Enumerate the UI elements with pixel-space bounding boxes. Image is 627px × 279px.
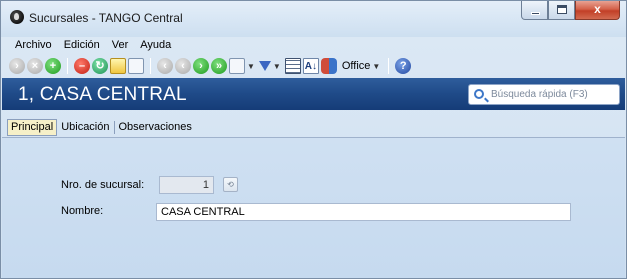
tab-principal[interactable]: Principal (7, 119, 58, 136)
menu-archivo[interactable]: Archivo (15, 37, 52, 54)
first-record-icon[interactable]: › (9, 58, 25, 74)
minimize-button[interactable] (521, 1, 548, 20)
chevron-down-icon[interactable]: ▼ (247, 62, 255, 71)
toolbar-separator (67, 58, 68, 74)
grid-icon[interactable] (284, 58, 301, 74)
menu-ver[interactable]: Ver (112, 37, 129, 54)
nav-prev-icon[interactable]: ‹ (175, 58, 191, 74)
nav-last-icon[interactable]: » (211, 58, 227, 74)
help-icon[interactable]: ? (395, 58, 412, 74)
menu-bar: Archivo Edición Ver Ayuda (1, 37, 626, 54)
maximize-icon (557, 5, 567, 14)
title-bar[interactable]: Sucursales - TANGO Central x (1, 1, 626, 37)
toolbar: › × + – ↻ ‹ ‹ › » ▼ ▼ A↓ Office ▼ ? (1, 55, 626, 77)
cancel-icon[interactable]: × (27, 58, 43, 74)
edit-note-icon[interactable] (110, 58, 126, 74)
record-title: 1, CASA CENTRAL (18, 84, 187, 105)
chevron-down-icon[interactable]: ▼ (273, 62, 281, 71)
filter-icon[interactable] (258, 61, 271, 71)
form-panel: Nro. de sucursal: 1 ⟲ Nombre: CASA CENTR… (2, 138, 625, 278)
toolbar-separator (388, 58, 390, 74)
tab-observaciones[interactable]: Observaciones (115, 119, 196, 136)
menu-edicion[interactable]: Edición (64, 37, 100, 54)
maximize-button[interactable] (548, 1, 575, 20)
document-icon[interactable] (128, 58, 144, 74)
nombre-field[interactable]: CASA CENTRAL (156, 203, 571, 221)
application-window: Sucursales - TANGO Central x Archivo Edi… (0, 0, 627, 279)
sucursal-lookup-button[interactable]: ⟲ (223, 177, 238, 192)
refresh-icon[interactable]: ↻ (92, 58, 108, 74)
delete-icon[interactable]: – (74, 58, 90, 74)
window-controls: x (521, 1, 620, 21)
sucursal-number-field[interactable]: 1 (159, 176, 214, 194)
search-icon (474, 89, 484, 99)
nombre-label: Nombre: (61, 205, 104, 217)
add-icon[interactable]: + (45, 58, 61, 74)
search-placeholder: Búsqueda rápida (F3) (491, 89, 588, 100)
window-title: Sucursales - TANGO Central (29, 11, 183, 25)
nav-first-icon[interactable]: ‹ (157, 58, 173, 74)
toolbar-separator (150, 58, 151, 74)
lookup-icon: ⟲ (227, 180, 234, 189)
record-header: 1, CASA CENTRAL Búsqueda rápida (F3) (2, 78, 625, 110)
tab-strip: Principal Ubicación Observaciones (1, 119, 626, 136)
close-button[interactable]: x (575, 1, 620, 20)
sort-icon[interactable]: A↓ (302, 58, 319, 74)
tab-ubicacion[interactable]: Ubicación (57, 119, 113, 136)
chevron-down-icon[interactable]: ▼ (372, 62, 380, 71)
menu-ayuda[interactable]: Ayuda (140, 37, 171, 54)
quick-search-input[interactable]: Búsqueda rápida (F3) (468, 84, 620, 105)
tango-app-icon (10, 10, 24, 24)
office-menu-button[interactable]: Office (342, 60, 371, 72)
minimize-icon (531, 12, 540, 15)
nav-next-icon[interactable]: › (193, 58, 209, 74)
binoculars-icon[interactable] (229, 58, 245, 74)
people-icon[interactable] (320, 58, 337, 74)
sucursal-label: Nro. de sucursal: (61, 179, 145, 191)
close-icon: x (594, 2, 601, 16)
